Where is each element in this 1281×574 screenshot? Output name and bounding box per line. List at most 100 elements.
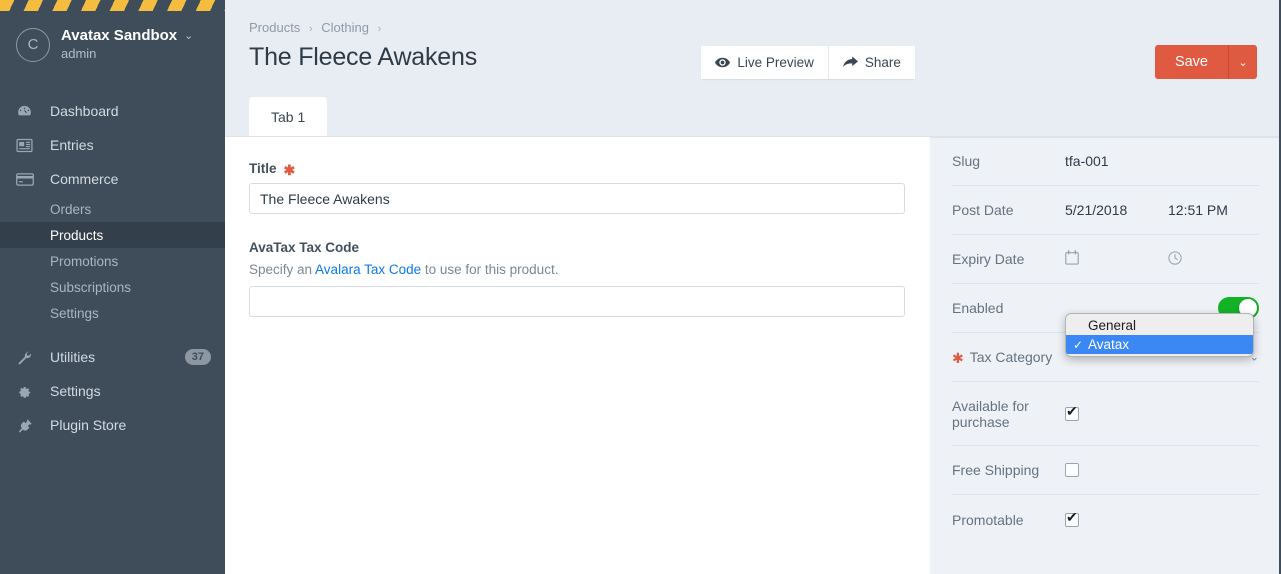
free-shipping-checkbox[interactable] [1065, 463, 1079, 477]
avatar: C [16, 27, 50, 62]
sidebar-item-label: Plugin Store [50, 417, 127, 434]
avatax-field-block: AvaTax Tax Code Specify an Avalara Tax C… [249, 240, 906, 317]
post-date-label: Post Date [952, 202, 1014, 218]
sidebar-item-label: Commerce [50, 171, 119, 188]
sidebar-subitem-label: Products [50, 227, 104, 243]
meta-row-tax-category: ✱ Tax Category ⌄ General ✓ Avatax [952, 313, 1259, 382]
avatax-tax-code-input[interactable] [249, 286, 905, 317]
sidebar-item-commerce[interactable]: Commerce [0, 162, 225, 196]
meta-row-post-date: Post Date 5/21/2018 12:51 PM [952, 186, 1259, 235]
expiry-date-input[interactable] [1065, 250, 1168, 268]
live-preview-label: Live Preview [737, 54, 814, 70]
option-check-icon: ✓ [1073, 337, 1084, 352]
post-date-value[interactable]: 5/21/2018 [1065, 202, 1168, 218]
share-label: Share [864, 54, 901, 70]
free-shipping-label: Free Shipping [952, 462, 1040, 478]
available-for-purchase-label: Available for purchase [952, 397, 1029, 430]
content-row: Title ✱ AvaTax Tax Code Specify an Avala… [225, 137, 1281, 574]
sidebar-item-commerce-settings[interactable]: Settings [0, 300, 225, 326]
tab-bar: Tab 1 [225, 97, 1281, 137]
avalara-tax-code-link[interactable]: Avalara Tax Code [315, 262, 421, 277]
page-header: Products › Clothing › The Fleece Awakens… [225, 0, 1281, 98]
sidebar-item-dashboard[interactable]: Dashboard [0, 94, 225, 128]
sidebar-subitem-label: Promotions [50, 253, 119, 269]
dropdown-option-general[interactable]: General [1066, 316, 1253, 335]
title-input[interactable] [249, 183, 905, 214]
form-panel: Title ✱ AvaTax Tax Code Specify an Avala… [225, 137, 930, 574]
avatax-instructions: Specify an Avalara Tax Code to use for t… [249, 262, 906, 277]
meta-row-available-for-purchase: Available for purchase [952, 382, 1259, 446]
sidebar-subitem-label: Subscriptions [50, 279, 132, 295]
save-dropdown-toggle[interactable]: ⌄ [1228, 45, 1257, 79]
required-asterisk-icon: ✱ [283, 161, 296, 178]
meta-row-promotable: Promotable [952, 495, 1259, 544]
gear-icon [16, 383, 42, 399]
tax-category-dropdown[interactable]: General ✓ Avatax [1065, 313, 1254, 357]
enabled-label: Enabled [952, 300, 1004, 316]
available-for-purchase-checkbox[interactable] [1065, 404, 1079, 421]
sidebar-item-products[interactable]: Products [0, 222, 225, 249]
share-icon [842, 56, 858, 68]
slug-value[interactable]: tfa-001 [1065, 153, 1109, 169]
eye-icon [715, 57, 731, 67]
tax-category-label-row: ✱ Tax Category [952, 349, 1065, 365]
sidebar-subitem-label: Orders [50, 201, 92, 217]
expiry-time-input[interactable] [1168, 250, 1182, 268]
breadcrumb: Products › Clothing › [249, 20, 1257, 35]
dropdown-option-avatax[interactable]: ✓ Avatax [1066, 335, 1253, 354]
main-area: Products › Clothing › The Fleece Awakens… [225, 0, 1281, 574]
account-username: admin [61, 46, 97, 62]
save-button[interactable]: Save [1154, 45, 1228, 79]
sidebar-subitem-label: Settings [50, 305, 99, 321]
instructions-text-before: Specify an [249, 262, 316, 277]
sidebar: C Avatax Sandbox ⌄ admin Dashboard Entri… [0, 0, 225, 574]
post-time-value[interactable]: 12:51 PM [1168, 202, 1228, 218]
preview-share-group: Live Preview Share [701, 45, 915, 79]
plug-icon [16, 417, 42, 433]
required-asterisk-icon: ✱ [952, 350, 964, 366]
promotable-checkbox[interactable] [1065, 510, 1079, 527]
panel-top-border [930, 137, 1281, 138]
breadcrumb-separator: › [377, 23, 382, 35]
sidebar-item-entries[interactable]: Entries [0, 128, 225, 162]
meta-row-free-shipping: Free Shipping [952, 446, 1259, 495]
sidebar-item-subscriptions[interactable]: Subscriptions [0, 274, 225, 300]
breadcrumb-separator: › [308, 23, 313, 35]
entries-icon [16, 138, 42, 153]
breadcrumb-item-clothing[interactable]: Clothing [321, 20, 369, 35]
gauge-icon [16, 103, 42, 120]
tab-tab1[interactable]: Tab 1 [249, 97, 328, 136]
save-button-group: Save ⌄ [1154, 45, 1257, 79]
sidebar-item-utilities[interactable]: Utilities 37 [0, 340, 225, 374]
wrench-icon [16, 349, 42, 365]
breadcrumb-item-products[interactable]: Products [249, 20, 300, 35]
sidebar-item-label: Settings [50, 383, 101, 400]
sidebar-item-orders[interactable]: Orders [0, 196, 225, 222]
dropdown-option-label: General [1088, 318, 1137, 333]
live-preview-button[interactable]: Live Preview [701, 45, 828, 79]
title-label: Title [249, 161, 277, 176]
share-button[interactable]: Share [827, 45, 915, 79]
tab-label: Tab 1 [271, 108, 306, 125]
sidebar-item-plugin-store[interactable]: Plugin Store [0, 408, 225, 442]
title-label-row: Title ✱ [249, 161, 906, 178]
meta-row-expiry-date: Expiry Date [952, 235, 1259, 284]
sidebar-nav: Dashboard Entries Commerce Orders Produc… [0, 94, 225, 442]
dev-mode-stripe [0, 0, 225, 11]
header-actions: Live Preview Share Save ⌄ [701, 45, 1257, 79]
sidebar-item-label: Utilities [50, 349, 96, 366]
account-name: Avatax Sandbox [61, 27, 178, 44]
sidebar-item-settings[interactable]: Settings [0, 374, 225, 408]
account-name-row: Avatax Sandbox ⌄ [61, 27, 193, 44]
sidebar-item-label: Dashboard [50, 103, 119, 120]
chevron-down-icon[interactable]: ⌄ [184, 30, 193, 43]
sidebar-item-promotions[interactable]: Promotions [0, 248, 225, 274]
dropdown-option-label: Avatax [1088, 337, 1130, 352]
account-switcher[interactable]: C Avatax Sandbox ⌄ admin [0, 11, 225, 76]
slug-label: Slug [952, 153, 981, 169]
utilities-badge: 37 [184, 349, 211, 366]
sidebar-item-label: Entries [50, 137, 94, 154]
instructions-text-after: to use for this product. [421, 262, 559, 277]
craft-cms-product-edit-screen: C Avatax Sandbox ⌄ admin Dashboard Entri… [0, 0, 1281, 574]
